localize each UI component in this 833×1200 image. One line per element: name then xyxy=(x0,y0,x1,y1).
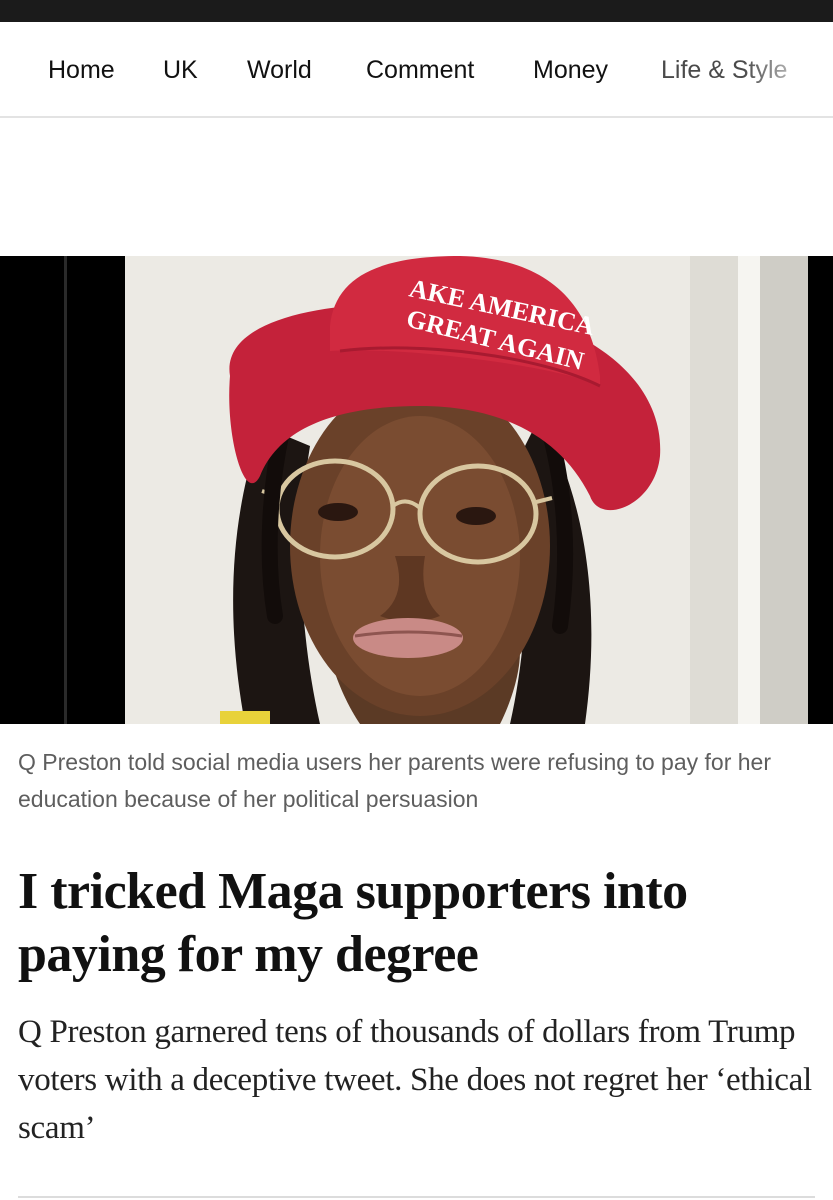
status-bar xyxy=(0,0,833,22)
portrait-illustration: AKE AMERICA GREAT AGAIN xyxy=(0,256,833,724)
article-headline[interactable]: I tricked Maga supporters into paying fo… xyxy=(18,860,818,986)
nav-scroll-fade xyxy=(743,22,833,116)
section-nav: Home UK World Comment Money Life & Style xyxy=(0,22,833,118)
nav-item-home[interactable]: Home xyxy=(48,56,115,85)
nav-item-world[interactable]: World xyxy=(247,56,312,85)
nav-item-uk[interactable]: UK xyxy=(163,56,198,85)
nav-item-comment[interactable]: Comment xyxy=(366,56,474,85)
divider xyxy=(18,1196,815,1198)
article-photo: AKE AMERICA GREAT AGAIN xyxy=(0,256,833,724)
photo-caption: Q Preston told social media users her pa… xyxy=(18,749,771,812)
article-standfirst: Q Preston garnered tens of thousands of … xyxy=(18,1014,812,1146)
nav-item-money[interactable]: Money xyxy=(533,56,608,85)
